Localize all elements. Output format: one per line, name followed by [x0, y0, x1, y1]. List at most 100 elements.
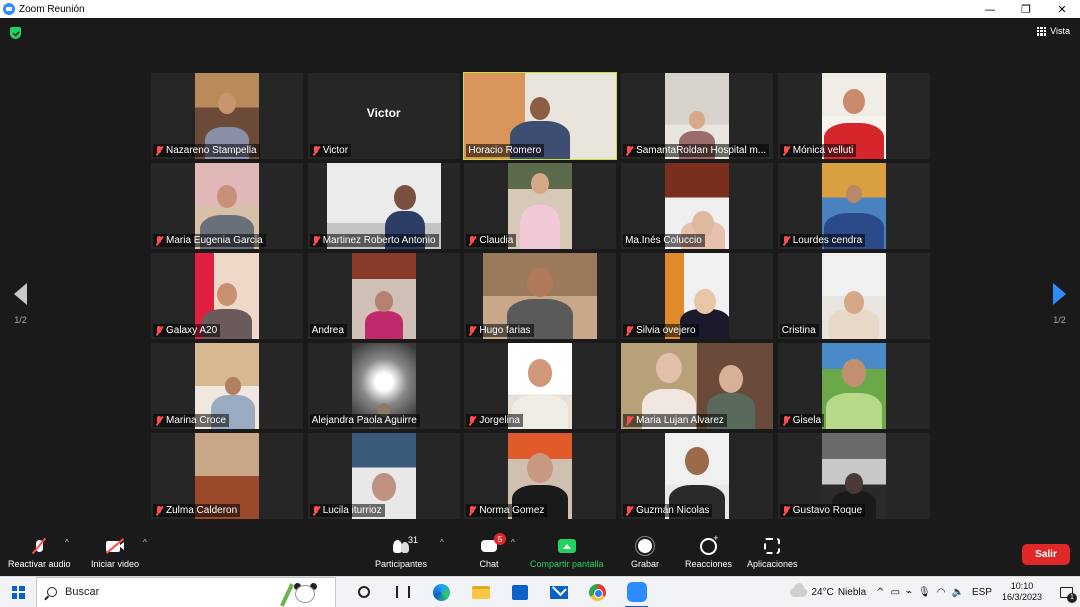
audio-label: Reactivar audio — [8, 559, 71, 569]
participants-options-caret[interactable]: ^ — [440, 538, 444, 547]
store-icon — [511, 584, 528, 600]
participant-tile[interactable]: Horacio Romero — [463, 72, 618, 160]
reactions-button[interactable]: Reacciones — [685, 533, 732, 569]
security-shield-icon[interactable] — [10, 27, 21, 39]
mail-button[interactable] — [539, 577, 578, 607]
participant-tile[interactable]: Hugo farias — [464, 253, 617, 339]
widgets-button[interactable] — [383, 577, 422, 607]
participant-name-label: Gustavo Roque — [779, 504, 866, 517]
chrome-button[interactable] — [578, 577, 617, 607]
participant-tile[interactable]: Norma Gomez — [464, 433, 617, 519]
leave-button[interactable]: Salir — [1022, 544, 1070, 565]
participant-name-label: Horacio Romero — [466, 144, 545, 157]
participant-tile[interactable]: SamantaRoldan Hospital m... — [621, 73, 774, 159]
weather-widget[interactable]: 24°C Niebla — [790, 582, 867, 598]
participant-tile[interactable]: Maria Lujan Alvarez — [621, 343, 774, 429]
participants-button[interactable]: 31 Participantes — [375, 535, 427, 569]
participant-tile[interactable]: Claudia — [464, 163, 617, 249]
participant-tile[interactable]: Galaxy A20 — [151, 253, 303, 339]
weather-desc: Niebla — [837, 586, 867, 598]
participant-tile[interactable]: Lourdes cendra — [777, 163, 930, 249]
close-button[interactable]: ✕ — [1044, 0, 1080, 18]
participant-tile[interactable]: Andrea — [307, 253, 460, 339]
tray-chevron-icon[interactable]: ^ — [876, 587, 884, 598]
chat-options-caret[interactable]: ^ — [511, 538, 515, 547]
participant-name: Hugo farias — [479, 325, 531, 336]
participant-tile[interactable]: Ma.Inés Coluccio — [621, 163, 774, 249]
microphone-muted-icon — [155, 235, 163, 246]
audio-options-caret[interactable]: ^ — [65, 538, 69, 547]
store-button[interactable] — [500, 577, 539, 607]
volume-icon[interactable]: 🔈 — [951, 587, 963, 598]
arrow-left-icon[interactable] — [14, 283, 27, 305]
participant-tile[interactable]: Victor Victor — [307, 73, 460, 159]
window-titlebar: Zoom Reunión — ❐ ✕ — [0, 0, 1080, 18]
participant-name: Andrea — [311, 325, 344, 336]
page-indicator-left: 1/2 — [14, 315, 27, 325]
maximize-button[interactable]: ❐ — [1008, 0, 1044, 18]
start-button[interactable] — [0, 577, 36, 607]
apps-button[interactable]: Aplicaciones — [747, 536, 798, 569]
zoom-taskbar-button[interactable] — [617, 577, 656, 607]
cloud-icon — [790, 582, 808, 597]
notification-center-button[interactable]: 1 — [1052, 577, 1080, 607]
video-options-caret[interactable]: ^ — [143, 538, 147, 547]
participant-tile[interactable]: Maria Eugenia Garcia — [151, 163, 303, 249]
participant-tile[interactable]: Cristina — [777, 253, 930, 339]
start-video-button[interactable]: Iniciar video — [91, 536, 139, 569]
clock-date: 16/3/2023 — [1001, 592, 1042, 602]
next-page-nav[interactable]: 1/2 — [1053, 283, 1066, 325]
participant-video — [351, 253, 416, 339]
participant-name-label: Lourdes cendra — [779, 234, 866, 247]
participant-name: Gisela — [792, 415, 822, 426]
view-button[interactable]: Vista — [1037, 26, 1070, 36]
search-placeholder: Buscar — [65, 586, 100, 598]
panda-search-highlight-icon — [280, 581, 327, 607]
participant-name: Silvia ovejero — [636, 325, 696, 336]
participant-name-label: Martinez Roberto Antonio — [309, 234, 439, 247]
minimize-button[interactable]: — — [972, 0, 1008, 18]
participant-name-label: Lucila iturrioz — [309, 504, 385, 517]
record-button[interactable]: Grabar — [631, 536, 659, 569]
participant-tile[interactable]: Jorgelina — [464, 343, 617, 429]
folder-icon — [471, 585, 490, 599]
wifi-icon[interactable]: ◠ — [937, 587, 946, 598]
participant-tile[interactable]: Alejandra Paola Aguirre — [307, 343, 460, 429]
participant-tile[interactable]: Martinez Roberto Antonio — [307, 163, 460, 249]
device-icon[interactable]: ▭ — [891, 587, 900, 598]
file-explorer-button[interactable] — [461, 577, 500, 607]
participant-name-label: Claudia — [466, 234, 517, 247]
participant-tile[interactable]: Guzmán Nicolas — [621, 433, 774, 519]
participant-tile[interactable]: Gisela — [777, 343, 930, 429]
participant-video — [821, 253, 886, 339]
participant-name-label: Gisela — [779, 414, 825, 427]
language-indicator[interactable]: ESP — [972, 587, 992, 598]
share-screen-button[interactable]: Compartir pantalla — [530, 536, 604, 569]
participant-name: Claudia — [479, 235, 514, 246]
arrow-right-icon[interactable] — [1053, 283, 1066, 305]
microphone-muted-icon — [625, 505, 633, 516]
participant-tile[interactable]: Silvia ovejero — [621, 253, 774, 339]
participant-tile[interactable]: Marina Croce — [151, 343, 303, 429]
clock[interactable]: 10:10 16/3/2023 — [1002, 581, 1042, 603]
taskbar-search[interactable]: Buscar — [36, 576, 336, 607]
participant-tile[interactable]: Gustavo Roque — [777, 433, 930, 519]
chat-button[interactable]: 5 Chat — [478, 533, 506, 569]
participant-name-label: Victor — [309, 144, 352, 157]
participant-name-label: Alejandra Paola Aguirre — [309, 414, 420, 427]
participant-tile[interactable]: Lucila iturrioz — [307, 433, 460, 519]
mail-icon — [549, 585, 568, 599]
participant-tile[interactable]: Zulma Calderon — [151, 433, 303, 519]
unmute-audio-button[interactable]: Reactivar audio — [8, 536, 71, 569]
participant-name-label: Andrea — [309, 324, 347, 337]
usb-icon[interactable]: ⌁ — [906, 587, 912, 598]
edge-button[interactable] — [422, 577, 461, 607]
participant-tile[interactable]: Nazareno Stampella — [151, 73, 303, 159]
microphone-tray-icon[interactable]: 🎙 — [918, 587, 931, 598]
zoom-icon — [626, 582, 647, 602]
apps-icon — [761, 536, 783, 556]
participant-tile[interactable]: Mónica velluti — [777, 73, 930, 159]
microphone-muted-icon — [155, 145, 163, 156]
task-view-button[interactable] — [344, 577, 383, 607]
previous-page-nav[interactable]: 1/2 — [14, 283, 27, 325]
